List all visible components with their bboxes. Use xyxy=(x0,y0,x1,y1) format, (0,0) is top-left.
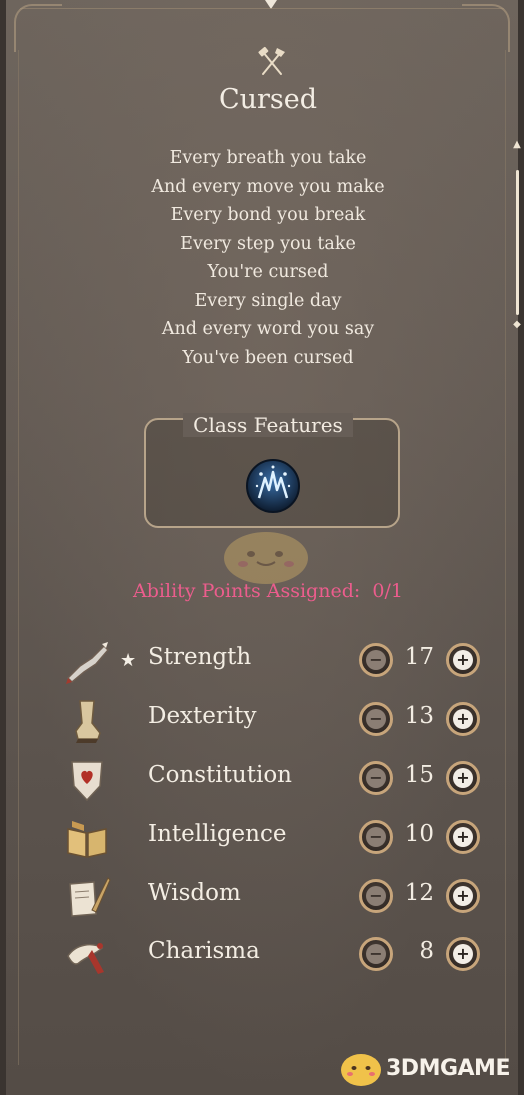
frame-top-line xyxy=(20,8,504,9)
armored-arm-icon xyxy=(66,642,110,684)
ability-name: Strength xyxy=(148,644,252,670)
ability-value: 15 xyxy=(404,762,434,788)
minus-icon: − xyxy=(366,709,386,729)
ability-points-label: Ability Points Assigned: xyxy=(133,580,361,602)
decrease-strength-button[interactable]: − xyxy=(359,643,393,677)
increase-intelligence-button[interactable]: + xyxy=(446,820,480,854)
scroll-up-arrow-icon[interactable]: ▲ xyxy=(512,140,522,150)
increase-constitution-button[interactable]: + xyxy=(446,761,480,795)
minus-icon: − xyxy=(366,944,386,964)
scroll-down-arrow-icon[interactable]: ◆ xyxy=(512,320,522,330)
increase-strength-button[interactable]: + xyxy=(446,643,480,677)
plus-icon: + xyxy=(453,650,473,670)
ability-name: Constitution xyxy=(148,762,292,788)
watermark-text: 3DMGAME xyxy=(386,1056,510,1081)
ability-row-charisma: Charisma − 8 + xyxy=(6,932,524,984)
description-line: You've been cursed xyxy=(182,347,354,368)
increase-dexterity-button[interactable]: + xyxy=(446,702,480,736)
scrollbar[interactable] xyxy=(516,170,519,315)
ability-row-strength: ★ Strength − 17 + xyxy=(6,638,524,690)
decrease-constitution-button[interactable]: − xyxy=(359,761,393,795)
ability-name: Dexterity xyxy=(148,703,257,729)
bird-feather-icon xyxy=(67,943,104,974)
crossed-axe-hammer-icon xyxy=(258,46,285,75)
decrease-charisma-button[interactable]: − xyxy=(359,937,393,971)
class-features-label: Class Features xyxy=(183,413,353,437)
ability-row-intelligence: Intelligence − 10 + xyxy=(6,815,524,867)
decrease-wisdom-button[interactable]: − xyxy=(359,879,393,913)
description-line: And every word you say xyxy=(161,319,375,339)
description-line: Every single day xyxy=(194,290,342,311)
ability-row-dexterity: Dexterity − 13 + xyxy=(6,697,524,749)
ability-value: 13 xyxy=(404,703,434,729)
increase-wisdom-button[interactable]: + xyxy=(446,879,480,913)
ability-row-constitution: Constitution − 15 + xyxy=(6,756,524,808)
minus-icon: − xyxy=(366,768,386,788)
condition-description: Every breath you take And every move you… xyxy=(6,144,524,372)
character-panel: Cursed Every breath you take And every m… xyxy=(0,0,524,1095)
plus-icon: + xyxy=(453,886,473,906)
plus-icon: + xyxy=(453,768,473,788)
watermark-mascot-icon xyxy=(224,532,308,584)
minus-icon: − xyxy=(366,886,386,906)
ability-value: 8 xyxy=(419,938,434,964)
shield-heart-icon xyxy=(71,761,103,802)
minus-icon: − xyxy=(366,650,386,670)
ability-value: 12 xyxy=(404,880,434,906)
ability-points-value: 0/1 xyxy=(372,580,403,602)
ability-row-wisdom: Wisdom − 12 + xyxy=(6,874,524,926)
ability-name: Intelligence xyxy=(148,821,287,847)
primary-ability-star-icon: ★ xyxy=(120,650,137,671)
mascot-logo-icon xyxy=(341,1054,381,1086)
description-line: Every breath you take xyxy=(169,148,367,168)
ability-points-assigned: Ability Points Assigned: 0/1 xyxy=(6,580,524,602)
description-line: You're cursed xyxy=(207,262,329,282)
plus-icon: + xyxy=(453,827,473,847)
ability-name: Charisma xyxy=(148,938,260,964)
plus-icon: + xyxy=(453,944,473,964)
increase-charisma-button[interactable]: + xyxy=(446,937,480,971)
decrease-intelligence-button[interactable]: − xyxy=(359,820,393,854)
lightning-rune-icon[interactable] xyxy=(245,458,301,514)
plus-icon: + xyxy=(453,709,473,729)
minus-icon: − xyxy=(366,827,386,847)
scroll-quill-icon xyxy=(69,877,111,917)
boot-icon xyxy=(75,700,101,743)
class-features-title: Class Features xyxy=(6,413,524,437)
decrease-dexterity-button[interactable]: − xyxy=(359,702,393,736)
watermark-logo: 3DMGAME xyxy=(334,1042,524,1092)
frame-corner-right xyxy=(462,4,510,52)
ability-name: Wisdom xyxy=(148,880,241,906)
condition-title: Cursed xyxy=(218,84,318,115)
frame-corner-left xyxy=(14,4,62,52)
description-line: Every bond you break xyxy=(170,205,366,225)
description-line: And every move you make xyxy=(151,176,385,197)
description-line: Every step you take xyxy=(180,233,356,254)
open-book-icon xyxy=(67,821,107,858)
ability-value: 10 xyxy=(404,821,434,847)
ability-value: 17 xyxy=(404,644,434,670)
